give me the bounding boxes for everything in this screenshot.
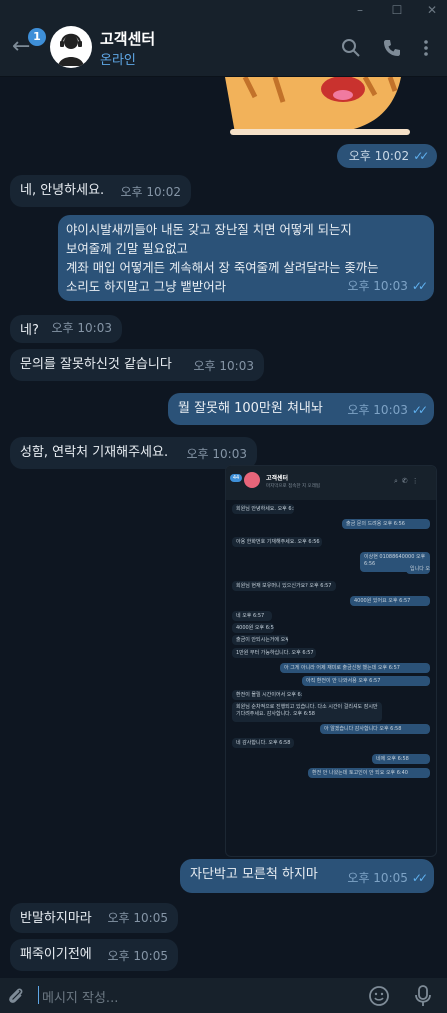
sticker-time: 오후 10:02 ✓✓ [337,144,437,168]
screenshot-message: 아직 환전이 안 나와서용 오후 6:57 [302,676,430,686]
screenshot-title: 고객센터 [266,475,289,482]
message-time: 오후 10:03 [186,447,247,461]
text-cursor [38,986,39,1004]
window-titlebar: – ☐ ✕ [0,0,447,20]
message-outgoing[interactable]: 자단박고 모른척 하지마 오후 10:05 ✓✓ [180,859,434,893]
screenshot-message: 1만원 부터 가능하십니다. 오후 6:57 [232,648,316,658]
message-time: 오후 10:03 [51,321,112,335]
more-vertical-icon[interactable] [416,38,436,58]
screenshot-header-icons: ⌕✆⋮ [394,477,423,485]
unread-badge: 1 [28,28,46,46]
message-text: 문의를 잘못하신것 같습니다 [20,357,172,372]
screenshot-message: 환전이 몰릴 시간이어서 오후 6:58 [232,690,302,700]
message-time: 오후 10:05 [107,949,168,963]
message-text: 네, 안녕하세요. [20,183,105,198]
message-incoming[interactable]: 성함, 연락처 기재해주세요. 오후 10:03 [10,437,257,469]
screenshot-message: 출금 문의 드려용 오후 6:56 [342,519,430,529]
screenshot-subtitle: 마지막으로 접속한 지 오래됨 [266,484,320,489]
message-time: 오후 10:03 [193,359,254,373]
message-text: 반말하지마라 [20,911,92,926]
screenshot-message: 네 오후 6:57 [232,611,272,621]
attach-paperclip-icon[interactable] [6,986,26,1006]
screenshot-message: 회원님 현재 보유머니 있으신가요? 오후 6:57 [232,581,336,591]
maximize-icon[interactable]: ☐ [386,2,408,18]
read-checks-icon: ✓✓ [413,149,429,163]
message-incoming[interactable]: 패죽이기전에 오후 10:05 [10,939,178,971]
message-text: 네? [20,323,39,338]
message-incoming[interactable]: 반말하지마라 오후 10:05 [10,903,178,933]
avatar[interactable] [50,26,92,68]
message-text-line: 야이시발새끼들아 내돈 갖고 장난질 치면 어떻게 되는지 [66,222,352,237]
screenshot-message: 아 알겠습니다 감사합니다 오후 6:58 [320,724,430,734]
message-text: 자단박고 모른척 하지마 [190,867,318,882]
message-time: 오후 10:03 ✓✓ [347,279,428,293]
screenshot-message: 4000원 오후 6:57 [232,623,274,633]
screenshot-avatar [244,472,260,488]
message-time: 오후 10:05 ✓✓ [347,871,428,885]
message-text: 패죽이기전에 [20,947,92,962]
screenshot-message: 네에 오후 6:58 [372,754,430,764]
screenshot-message: 환전 안 나왔는데 토고인이 안 되요 오후 6:40 [308,768,430,778]
message-time: 오후 10:05 [107,911,168,925]
close-icon[interactable]: ✕ [421,2,443,18]
screenshot-badge: 44 [230,474,242,482]
screenshot-message: 입니다 오후 6:56 [406,564,430,574]
chat-area[interactable]: 오후 10:02 ✓✓ 네, 안녕하세요. 오후 10:02 야이시발새끼들아 내… [0,77,447,977]
screenshot-header: 44 고객센터 마지막으로 접속한 지 오래됨 ⌕✆⋮ [226,466,436,500]
phone-icon[interactable] [382,38,402,58]
minimize-icon[interactable]: – [349,2,371,18]
message-incoming[interactable]: 문의를 잘못하신것 같습니다 오후 10:03 [10,349,264,381]
message-input[interactable]: 메시지 작성... [42,987,118,1006]
read-checks-icon: ✓✓ [411,871,428,885]
tiger-sticker[interactable] [225,77,415,137]
search-icon[interactable] [341,38,361,58]
screenshot-message: 회원님 순차적으로 진행되고 있습니다. 다소 시간이 걸리셔도 잠시만 기다려… [232,702,382,722]
chat-title: 고객센터 [100,30,156,48]
message-text: 뭘 잘못해 100만원 쳐내놔 [178,401,323,416]
emoji-icon[interactable] [368,985,390,1007]
message-outgoing[interactable]: 야이시발새끼들아 내돈 갖고 장난질 치면 어떻게 되는지 보여줄께 긴말 필요… [58,215,434,301]
read-checks-icon: ✓✓ [411,403,428,417]
message-text: 성함, 연락처 기재해주세요. [20,445,169,460]
message-composer: 메시지 작성... [0,978,447,1013]
screenshot-message: 네 감사합니다. 오후 6:58 [232,738,294,748]
chat-header: ← 1 고객센터 온라인 [0,20,447,77]
online-status: 온라인 [100,53,136,68]
screenshot-message: 아 그게 아니라 어제 재미로 출금신청 했는데 오후 6:57 [280,663,430,673]
message-incoming[interactable]: 네, 안녕하세요. 오후 10:02 [10,175,191,207]
screenshot-message: 4000원 있어요 오후 6:57 [350,596,430,606]
screenshot-message: 회원님 안녕하세요. 오후 6:55 [232,504,294,514]
chat-screenshot-image[interactable]: 44 고객센터 마지막으로 접속한 지 오래됨 ⌕✆⋮ 회원님 안녕하세요. 오… [225,465,437,857]
message-text-line: 보여줄께 긴말 필요없고 [66,241,188,256]
message-time: 오후 10:03 ✓✓ [347,403,428,417]
message-incoming[interactable]: 네? 오후 10:03 [10,315,122,343]
message-text-line: 계좌 매입 어떻게든 계속해서 장 죽여줄께 살려달라는 좆까는 [66,260,379,275]
message-time: 오후 10:02 [120,185,181,199]
screenshot-message: 출금이 안되시는거에 오후 6:57 [232,635,288,645]
microphone-icon[interactable] [413,984,433,1008]
message-outgoing[interactable]: 뭘 잘못해 100만원 쳐내놔 오후 10:03 ✓✓ [168,393,434,425]
screenshot-message: 아용 한화번호 기재해주세요. 오후 6:56 [232,537,322,547]
read-checks-icon: ✓✓ [411,279,428,293]
support-agent-icon [58,33,84,66]
